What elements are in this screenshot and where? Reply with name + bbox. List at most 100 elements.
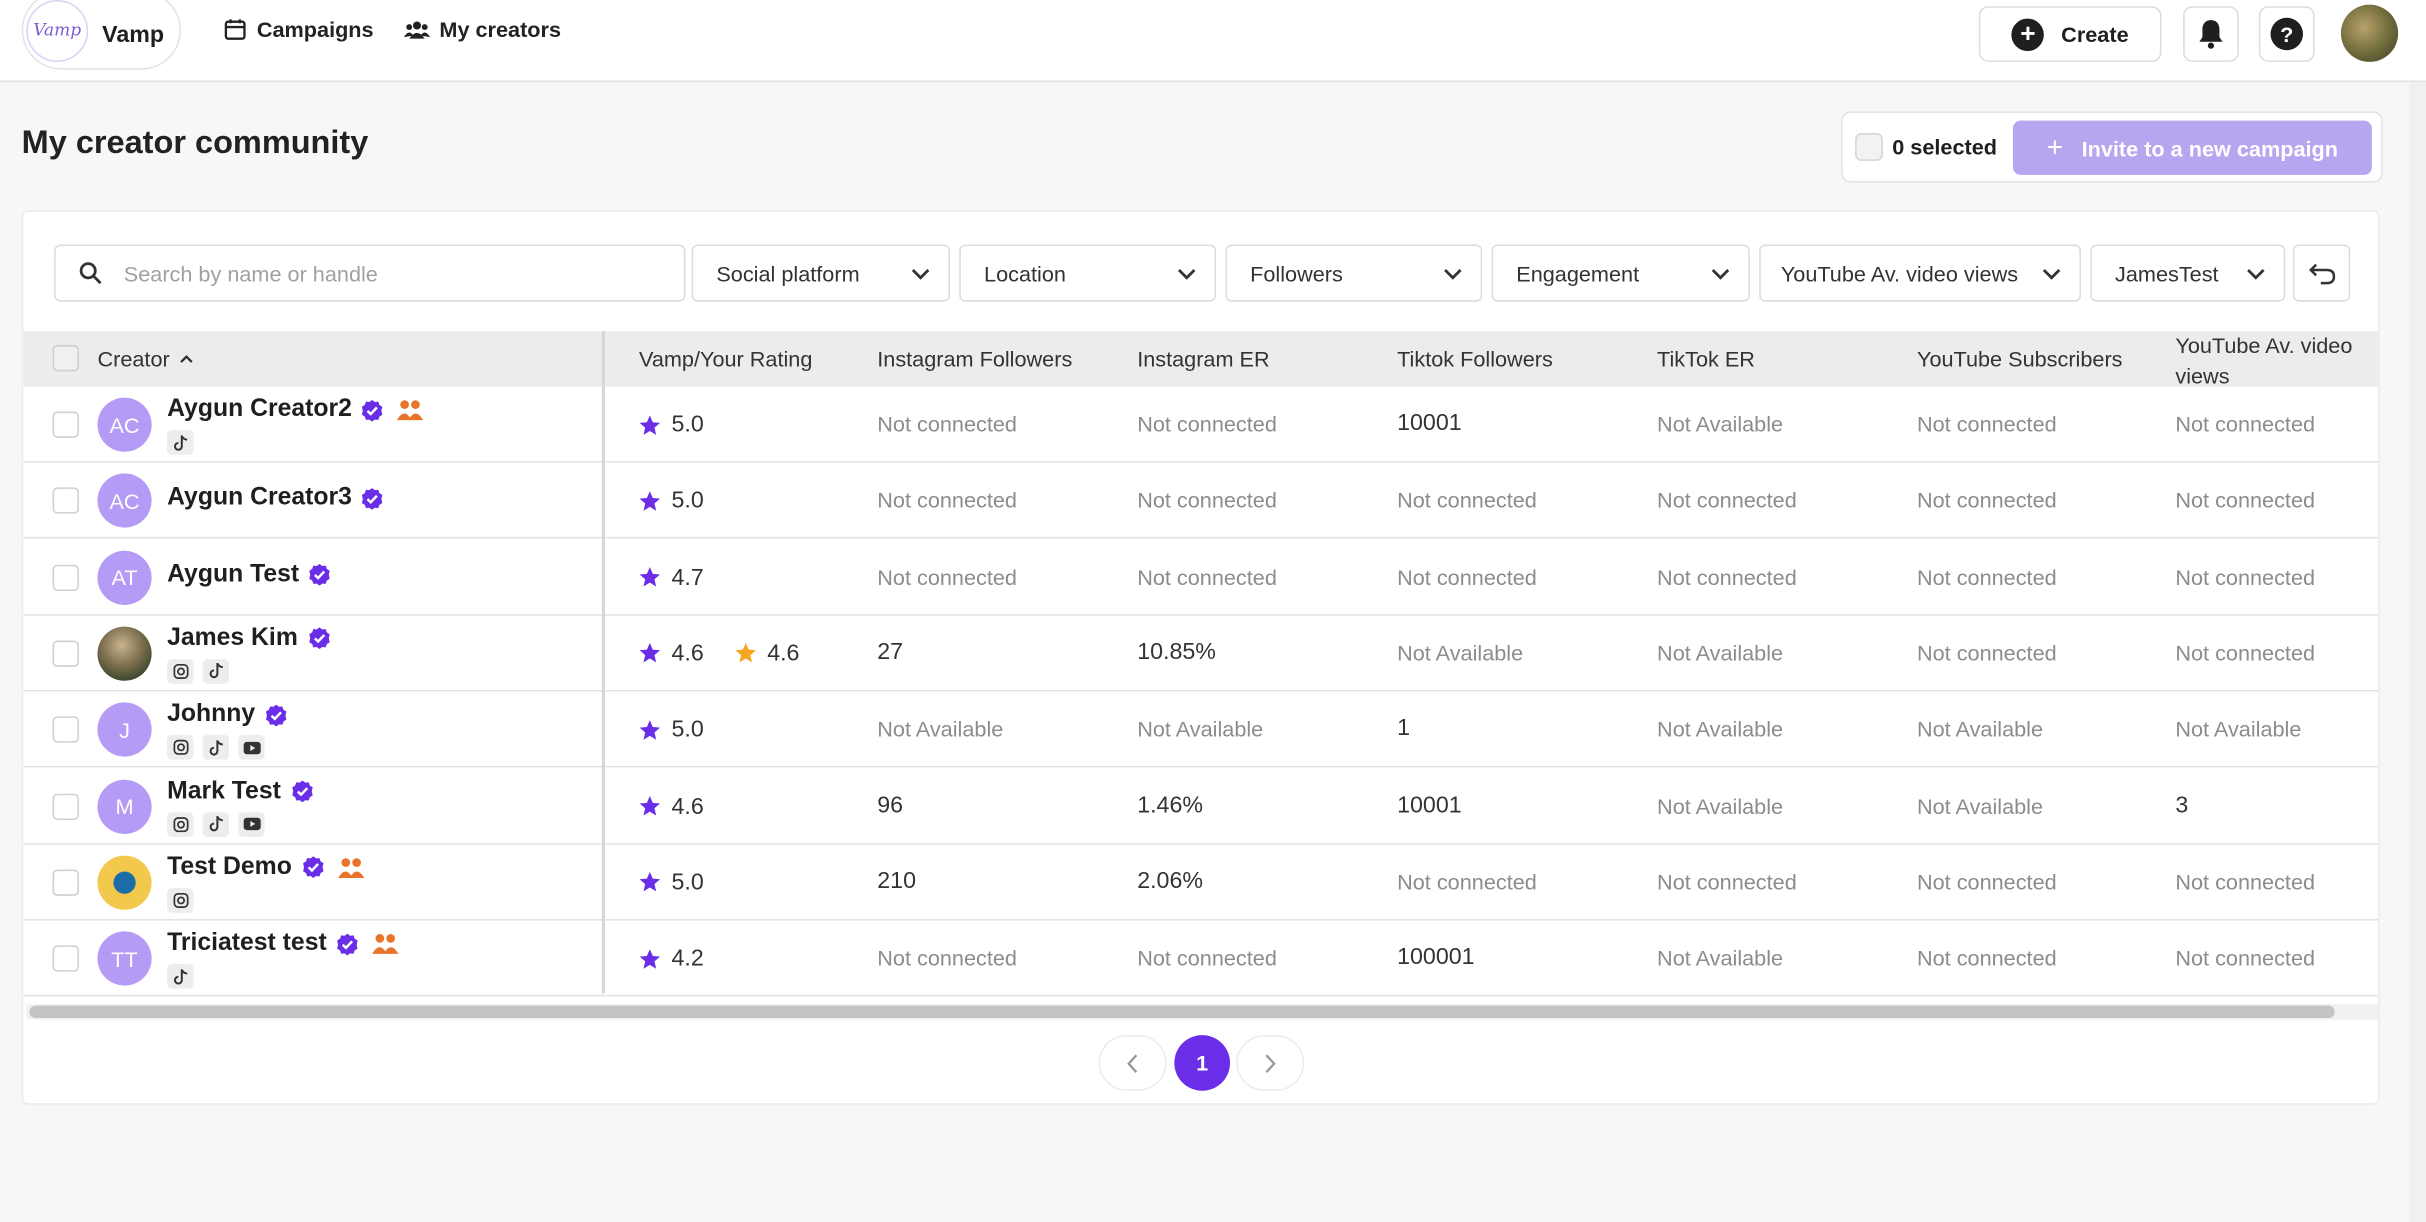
avatar[interactable]: AT bbox=[97, 550, 152, 605]
horizontal-scrollbar[interactable] bbox=[26, 1004, 2379, 1020]
row-checkbox[interactable] bbox=[52, 945, 79, 972]
avatar[interactable] bbox=[97, 626, 152, 681]
platform-icons bbox=[167, 811, 274, 837]
avatar[interactable]: J bbox=[97, 702, 152, 757]
brand-logo-pill[interactable]: Vamp Vamp bbox=[21, 0, 182, 70]
avatar[interactable]: AC bbox=[97, 473, 152, 529]
cell-ig-followers: Not connected bbox=[877, 487, 1017, 513]
create-button[interactable]: + Create bbox=[1978, 6, 2162, 62]
instagram-icon bbox=[172, 740, 188, 756]
filter-location[interactable]: Location bbox=[959, 244, 1217, 302]
cell-tt-er: Not connected bbox=[1657, 487, 1797, 513]
selected-count: 0 selected bbox=[1892, 134, 1997, 160]
plus-icon: + bbox=[2046, 131, 2064, 163]
pagination-prev-button[interactable] bbox=[1098, 1035, 1167, 1091]
row-checkbox[interactable] bbox=[52, 411, 79, 438]
search-input[interactable] bbox=[123, 260, 619, 286]
vamp-rating: 5.0 bbox=[671, 716, 704, 743]
select-all-checkbox[interactable] bbox=[1855, 133, 1883, 161]
cell-yt-subs: Not Available bbox=[1916, 792, 2044, 818]
header-checkbox[interactable] bbox=[52, 345, 79, 372]
vamp-rating: 4.7 bbox=[671, 564, 704, 591]
create-button-label: Create bbox=[2061, 21, 2129, 47]
cell-yt-subs: Not connected bbox=[1916, 411, 2057, 437]
column-separator bbox=[601, 331, 605, 994]
chevron-down-icon bbox=[1711, 268, 1730, 279]
invite-to-campaign-button[interactable]: + Invite to a new campaign bbox=[2012, 120, 2372, 175]
table-row[interactable]: AC Aygun Creator2 5.0 Not connected Not conn… bbox=[23, 387, 2379, 463]
creator-name[interactable]: Johnny bbox=[167, 701, 288, 729]
nav-my-creators[interactable]: My creators bbox=[403, 17, 562, 42]
table-row[interactable]: AC Aygun Creator3 5.0 Not connected Not conn… bbox=[23, 463, 2379, 539]
filter-followers[interactable]: Followers bbox=[1225, 244, 1483, 302]
filter-youtube-views[interactable]: YouTube Av. video views bbox=[1759, 244, 2081, 302]
col-yt-subs: YouTube Subscribers bbox=[1916, 346, 2123, 372]
nav-campaigns[interactable]: Campaigns bbox=[223, 17, 374, 42]
vertical-scrollbar[interactable] bbox=[2408, 82, 2426, 1222]
table-row[interactable]: James Kim 4.6 4.6 27 10.85% Not Available Not … bbox=[23, 616, 2379, 692]
filter-engagement-label: Engagement bbox=[1516, 260, 1640, 286]
cell-tt-er: Not Available bbox=[1657, 945, 1784, 971]
horizontal-scrollbar-thumb[interactable] bbox=[29, 1005, 2335, 1019]
pagination-page-current[interactable]: 1 bbox=[1174, 1035, 1231, 1091]
verified-badge-icon bbox=[309, 564, 331, 586]
star-icon bbox=[639, 414, 661, 435]
col-ig-er: Instagram ER bbox=[1137, 346, 1270, 372]
nav-my-creators-label: My creators bbox=[439, 17, 562, 42]
creator-name[interactable]: James Kim bbox=[167, 625, 330, 653]
platform-badge-tiktok bbox=[202, 811, 229, 837]
cell-tt-er: Not Available bbox=[1657, 411, 1784, 437]
platform-badge-tiktok bbox=[202, 735, 229, 760]
notifications-button[interactable] bbox=[2183, 6, 2239, 62]
row-checkbox[interactable] bbox=[52, 640, 79, 667]
row-checkbox[interactable] bbox=[52, 564, 79, 591]
rating: 5.0 bbox=[639, 488, 704, 514]
filter-social-platform[interactable]: Social platform bbox=[691, 244, 950, 302]
avatar[interactable]: AC bbox=[97, 397, 152, 452]
avatar[interactable] bbox=[97, 855, 152, 910]
table-row[interactable]: AT Aygun Test 4.7 Not connected Not connecte… bbox=[23, 539, 2379, 616]
cell-tt-er: Not connected bbox=[1657, 564, 1797, 589]
sort-asc-icon bbox=[179, 354, 193, 363]
creator-name-text: Mark Test bbox=[167, 777, 281, 804]
chevron-down-icon bbox=[1177, 268, 1196, 279]
cell-tt-er: Not connected bbox=[1657, 869, 1797, 894]
filter-engagement[interactable]: Engagement bbox=[1491, 244, 1750, 302]
table-row[interactable]: Test Demo 5.0 210 2.06% Not connected Not con… bbox=[23, 844, 2379, 921]
avatar[interactable]: TT bbox=[97, 931, 152, 986]
invite-button-label: Invite to a new campaign bbox=[2081, 135, 2338, 161]
reset-filters-button[interactable] bbox=[2292, 244, 2351, 302]
tiktok-icon bbox=[173, 968, 187, 984]
platform-icons bbox=[167, 658, 238, 684]
creator-name[interactable]: Triciatest test bbox=[167, 930, 399, 958]
row-checkbox[interactable] bbox=[52, 792, 79, 820]
creator-name[interactable]: Aygun Test bbox=[167, 561, 332, 589]
help-button[interactable]: ? bbox=[2258, 6, 2315, 62]
row-checkbox[interactable] bbox=[52, 716, 79, 743]
platform-badge-instagram bbox=[167, 811, 194, 837]
table-row[interactable]: M Mark Test 4.6 96 1.46% 10001 Not Available No… bbox=[23, 768, 2379, 844]
table-row[interactable]: TT Triciatest test 4.2 Not connected Not con… bbox=[23, 921, 2379, 997]
col-creator[interactable]: Creator bbox=[97, 346, 193, 372]
cell-ig-followers: 210 bbox=[877, 867, 916, 894]
avatar[interactable]: M bbox=[97, 779, 152, 834]
user-avatar[interactable] bbox=[2340, 4, 2399, 62]
row-checkbox[interactable] bbox=[52, 869, 79, 896]
creator-name-text: Aygun Creator3 bbox=[167, 484, 352, 512]
creator-name[interactable]: Aygun Creator2 bbox=[167, 396, 425, 424]
search-box[interactable] bbox=[54, 244, 686, 302]
creator-name[interactable]: Mark Test bbox=[167, 777, 313, 805]
tiktok-icon bbox=[173, 434, 187, 450]
community-icon bbox=[397, 400, 424, 421]
filter-list[interactable]: JamesTest bbox=[2090, 244, 2286, 302]
col-creator-label: Creator bbox=[97, 346, 170, 372]
creator-name[interactable]: Aygun Creator3 bbox=[167, 485, 384, 513]
youtube-icon bbox=[242, 817, 260, 831]
cell-ig-followers: 96 bbox=[877, 791, 904, 818]
avatar-initials: J bbox=[119, 717, 130, 743]
row-checkbox[interactable] bbox=[52, 487, 79, 515]
creator-name[interactable]: Test Demo bbox=[167, 854, 364, 882]
cell-yt-views: 3 bbox=[2175, 791, 2189, 818]
table-row[interactable]: J Johnny 5.0 Not Available Not Available 1 Not… bbox=[23, 692, 2379, 768]
pagination-next-button[interactable] bbox=[1236, 1035, 1305, 1091]
